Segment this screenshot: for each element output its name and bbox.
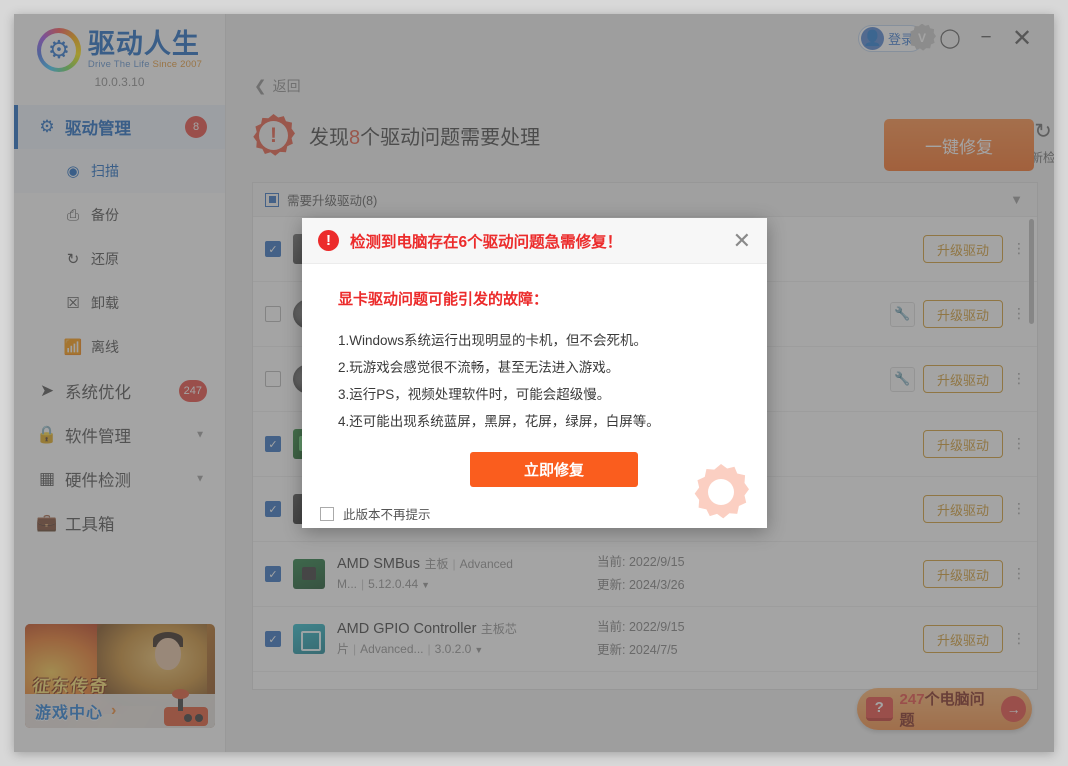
dont-show-again-checkbox[interactable]: 此版本不再提示: [320, 504, 431, 523]
dialog-header: ! 检测到电脑存在6个驱动问题急需修复！ ✕: [302, 218, 767, 264]
dialog-subtitle: 显卡驱动问题可能引发的故障：: [338, 291, 549, 308]
dont-show-again-label: 此版本不再提示: [343, 508, 431, 522]
fix-now-button[interactable]: 立即修复: [470, 452, 638, 487]
dialog-title: 检测到电脑存在6个驱动问题急需修复！: [350, 233, 623, 251]
decorative-gear-icon: [693, 464, 749, 520]
dialog-body: 显卡驱动问题可能引发的故障： 1.Windows系统运行出现明显的卡机，但不会死…: [302, 264, 767, 528]
driver-alert-dialog: ! 检测到电脑存在6个驱动问题急需修复！ ✕ 显卡驱动问题可能引发的故障： 1.…: [302, 218, 767, 528]
dialog-bullet: 2.玩游戏会感觉很不流畅，甚至无法进入游戏。: [338, 360, 620, 375]
checkbox-box[interactable]: [320, 506, 334, 521]
dialog-bullet: 1.Windows系统运行出现明显的卡机，但不会死机。: [338, 333, 648, 348]
app-window: ⚙ 驱动人生 Drive The Life Since 2007 10.0.3.…: [14, 14, 1054, 752]
dialog-bullet: 3.运行PS，视频处理软件时，可能会超级慢。: [338, 387, 611, 402]
close-icon[interactable]: ✕: [731, 229, 753, 252]
dialog-bullet: 4.还可能出现系统蓝屏，黑屏，花屏，绿屏，白屏等。: [338, 414, 660, 429]
warning-icon: !: [318, 230, 339, 251]
